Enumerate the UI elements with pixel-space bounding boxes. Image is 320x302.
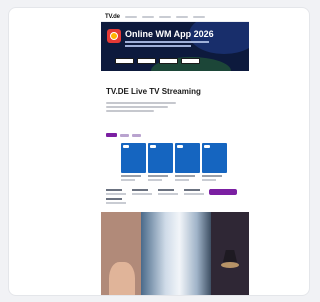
intro-text-line [106, 110, 154, 112]
tab[interactable] [120, 134, 129, 137]
intro-text-line [106, 106, 168, 108]
site-navbar: TV.de [101, 13, 249, 22]
channel-thumbnail [202, 143, 227, 173]
channel-thumbnail [121, 143, 146, 173]
page-title: TV.DE Live TV Streaming [106, 87, 201, 96]
nav-link[interactable] [175, 16, 188, 18]
photo-curtain [141, 212, 211, 295]
channel-meta [202, 175, 222, 177]
store-badge-button[interactable] [181, 58, 200, 64]
channel-meta [121, 179, 135, 181]
channel-card[interactable] [121, 143, 146, 181]
channel-meta [175, 175, 195, 177]
channel-tabs [106, 133, 249, 137]
photo-person [109, 262, 135, 295]
channel-thumbnail [148, 143, 173, 173]
channel-meta [148, 175, 168, 177]
football-icon [110, 32, 118, 40]
channel-thumbnail [175, 143, 200, 173]
preview-card: TV.de Online WM App 2026 TV.DE Live TV S… [8, 7, 310, 296]
channel-logo [177, 145, 183, 148]
channel-meta [175, 179, 189, 181]
hero-subtitle-line [125, 41, 209, 43]
channel-logo [204, 145, 210, 148]
hero-banner: Online WM App 2026 [101, 22, 249, 71]
store-buttons [115, 58, 200, 64]
living-room-photo [101, 212, 249, 295]
hero-title: Online WM App 2026 [125, 29, 214, 39]
site-logo[interactable]: TV.de [105, 14, 120, 20]
channel-meta [121, 175, 141, 177]
hero-subtitle-line [125, 45, 191, 47]
channel-card[interactable] [202, 143, 227, 181]
nav-link[interactable] [124, 16, 137, 18]
schedule-item[interactable] [184, 189, 204, 195]
schedule-item[interactable] [158, 189, 178, 195]
tab-active[interactable] [106, 133, 117, 137]
tab[interactable] [132, 134, 141, 137]
website-screenshot[interactable]: TV.de Online WM App 2026 TV.DE Live TV S… [101, 13, 249, 295]
channel-card[interactable] [175, 143, 200, 181]
nav-link[interactable] [192, 16, 205, 18]
lamp-glow [221, 262, 239, 268]
channel-logo [150, 145, 156, 148]
app-icon [107, 29, 121, 43]
store-badge-button[interactable] [115, 58, 134, 64]
schedule-item[interactable] [106, 198, 126, 204]
schedule-item[interactable] [106, 189, 126, 195]
channel-logo [123, 145, 129, 148]
intro-text-line [106, 102, 176, 104]
cta-button[interactable] [209, 189, 237, 195]
nav-link[interactable] [141, 16, 154, 18]
channel-grid [121, 143, 249, 181]
channel-card[interactable] [148, 143, 173, 181]
channel-meta [202, 179, 216, 181]
nav-link[interactable] [158, 16, 171, 18]
channel-meta [148, 179, 162, 181]
store-badge-button[interactable] [137, 58, 156, 64]
schedule-item[interactable] [132, 189, 152, 195]
store-badge-button[interactable] [159, 58, 178, 64]
